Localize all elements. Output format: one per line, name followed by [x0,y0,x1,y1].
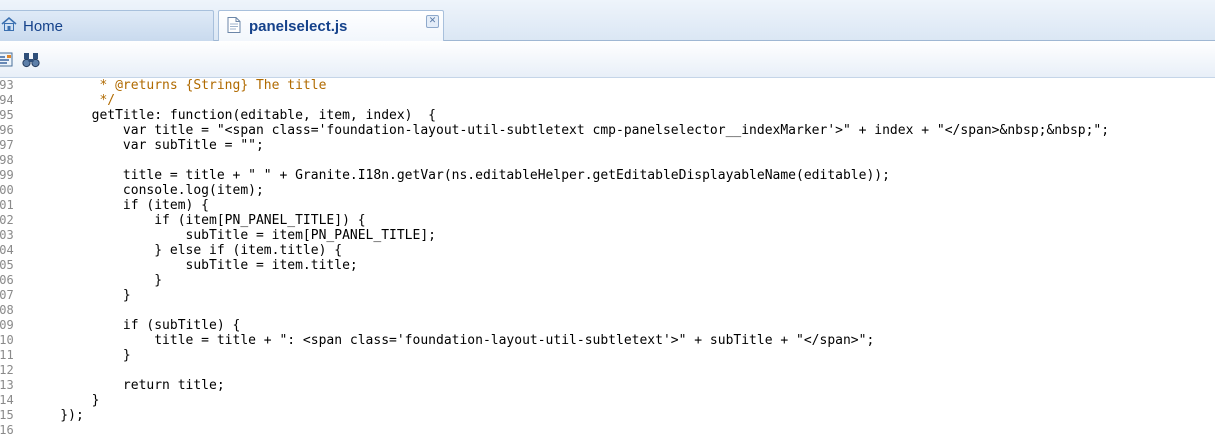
code-editor[interactable]: 393 * @returns {String} The title 394 */… [0,78,1215,436]
line-text: } else if (item.title) { [29,243,343,258]
line-text: subTitle = item.title; [29,258,358,273]
line-number: 402 [0,213,14,227]
code-line: 406 } [0,273,1215,288]
line-text: if (item[PN_PANEL_TITLE]) { [29,213,366,228]
code-line: 394 */ [0,93,1215,108]
code-line: 411 } [0,348,1215,363]
code-line: 409 if (subTitle) { [0,318,1215,333]
code-line: 412 [0,363,1215,378]
tab-panelselect-js[interactable]: panelselect.js ✕ [218,10,444,42]
line-text: } [29,273,163,288]
line-text: subTitle = item[PN_PANEL_TITLE]; [29,228,436,243]
code-line: 407 } [0,288,1215,303]
line-text: */ [29,93,116,108]
code-line: 408 [0,303,1215,318]
editor-toolbar [0,41,1215,78]
line-number: 413 [0,378,14,392]
line-number: 401 [0,198,14,212]
code-line: 396 var title = "<span class='foundation… [0,123,1215,138]
line-number: 408 [0,303,14,317]
line-text: } [29,348,131,363]
line-number: 400 [0,183,14,197]
code-line: 413 return title; [0,378,1215,393]
code-line: 395 getTitle: function(editable, item, i… [0,108,1215,123]
line-number: 409 [0,318,14,332]
line-number: 403 [0,228,14,242]
code-line: 403 subTitle = item[PN_PANEL_TITLE]; [0,228,1215,243]
code-line: 415 }); [0,408,1215,423]
line-number: 414 [0,393,14,407]
line-number: 416 [0,423,14,436]
tab-home[interactable]: Home [0,10,214,41]
line-text: } [29,288,131,303]
code-line: 410 title = title + ": <span class='foun… [0,333,1215,348]
line-number: 399 [0,168,14,182]
line-number: 396 [0,123,14,137]
find-icon[interactable] [22,51,40,69]
line-text: console.log(item); [29,183,264,198]
line-number: 406 [0,273,14,287]
line-text: * @returns {String} The title [29,78,327,93]
line-text: title = title + ": <span class='foundati… [29,333,875,348]
tab-file-label: panelselect.js [249,18,348,35]
line-number: 404 [0,243,14,257]
line-text: return title; [29,378,225,393]
code-line: 393 * @returns {String} The title [0,78,1215,93]
line-text: var subTitle = ""; [29,138,264,153]
line-text: }); [29,408,84,423]
line-text: var title = "<span class='foundation-lay… [29,123,1110,138]
tab-home-label: Home [23,17,64,35]
line-number: 397 [0,138,14,152]
code-line: 414 } [0,393,1215,408]
close-tab-icon[interactable]: ✕ [426,15,439,28]
code-line: 398 [0,153,1215,168]
line-number: 395 [0,108,14,122]
code-line: 405 subTitle = item.title; [0,258,1215,273]
code-line: 402 if (item[PN_PANEL_TITLE]) { [0,213,1215,228]
line-text: } [29,393,100,408]
line-number: 411 [0,348,14,362]
code-line: 401 if (item) { [0,198,1215,213]
code-line: 404 } else if (item.title) { [0,243,1215,258]
code-line: 397 var subTitle = ""; [0,138,1215,153]
line-number: 394 [0,93,14,107]
line-number: 398 [0,153,14,167]
line-number: 415 [0,408,14,422]
tab-strip: Home panelselect.js ✕ [0,0,1215,42]
line-number: 412 [0,363,14,377]
code-line: 399 title = title + " " + Granite.I18n.g… [0,168,1215,183]
line-text: if (subTitle) { [29,318,241,333]
line-text: if (item) { [29,198,210,213]
file-icon [227,16,241,37]
home-icon [1,16,17,36]
line-text: title = title + " " + Granite.I18n.getVa… [29,168,890,183]
line-number: 405 [0,258,14,272]
code-line: 400 console.log(item); [0,183,1215,198]
line-number: 393 [0,78,14,92]
line-number: 407 [0,288,14,302]
code-line: 416 [0,423,1215,436]
source-icon[interactable] [0,51,15,69]
line-text: getTitle: function(editable, item, index… [29,108,436,123]
line-number: 410 [0,333,14,347]
